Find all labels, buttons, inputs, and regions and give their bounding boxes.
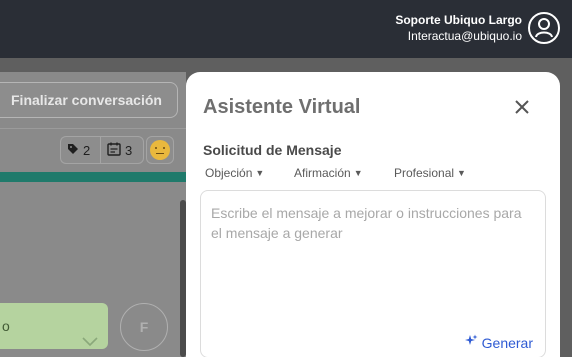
divider (0, 128, 186, 129)
progress-bar (0, 172, 186, 182)
caret-down-icon: ▼ (353, 168, 363, 178)
option-profesional[interactable]: Profesional ▼ (394, 166, 466, 180)
close-icon[interactable] (514, 99, 530, 115)
tags-chip[interactable]: 2 (60, 136, 100, 164)
panel-title: Asistente Virtual (203, 96, 361, 118)
tag-icon (67, 143, 79, 158)
agent-avatar-button[interactable]: F (120, 303, 168, 351)
tags-count: 2 (83, 142, 91, 158)
caret-down-icon: ▼ (457, 168, 466, 178)
calendar-count: 3 (125, 142, 133, 158)
generate-button[interactable]: Generar (464, 334, 533, 351)
virtual-assistant-panel: Asistente Virtual Solicitud de Mensaje O… (186, 72, 560, 357)
message-input[interactable] (201, 191, 545, 321)
user-name: Soporte Ubiquo Largo (395, 13, 522, 27)
sentiment-chip[interactable] (146, 136, 174, 164)
user-info: Soporte Ubiquo Largo Interactua@ubiquo.i… (395, 12, 522, 44)
option-label: Objeción (205, 166, 253, 180)
top-bar: Soporte Ubiquo Largo Interactua@ubiquo.i… (0, 0, 572, 58)
neutral-face-icon (150, 140, 170, 160)
calendar-icon (107, 142, 121, 159)
calendar-chip[interactable]: 3 (100, 136, 144, 164)
user-email: Interactua@ubiquo.io (407, 29, 522, 43)
caret-down-icon: ▼ (255, 168, 265, 178)
section-title: Solicitud de Mensaje (203, 142, 342, 158)
finalize-conversation-button[interactable]: Finalizar conversación (0, 82, 178, 118)
option-label: Afirmación (294, 166, 351, 180)
generate-label: Generar (481, 334, 533, 351)
chevron-down-icon (82, 319, 98, 357)
option-afirmacion[interactable]: Afirmación ▼ (294, 166, 363, 180)
sparkle-icon (464, 334, 478, 351)
message-input-container: Generar (200, 190, 546, 357)
option-objecion[interactable]: Objeción ▼ (205, 166, 264, 180)
option-label: Profesional (394, 166, 455, 180)
user-avatar-icon[interactable] (528, 12, 560, 44)
status-select[interactable]: o (0, 303, 108, 349)
status-select-value: o (2, 318, 10, 334)
